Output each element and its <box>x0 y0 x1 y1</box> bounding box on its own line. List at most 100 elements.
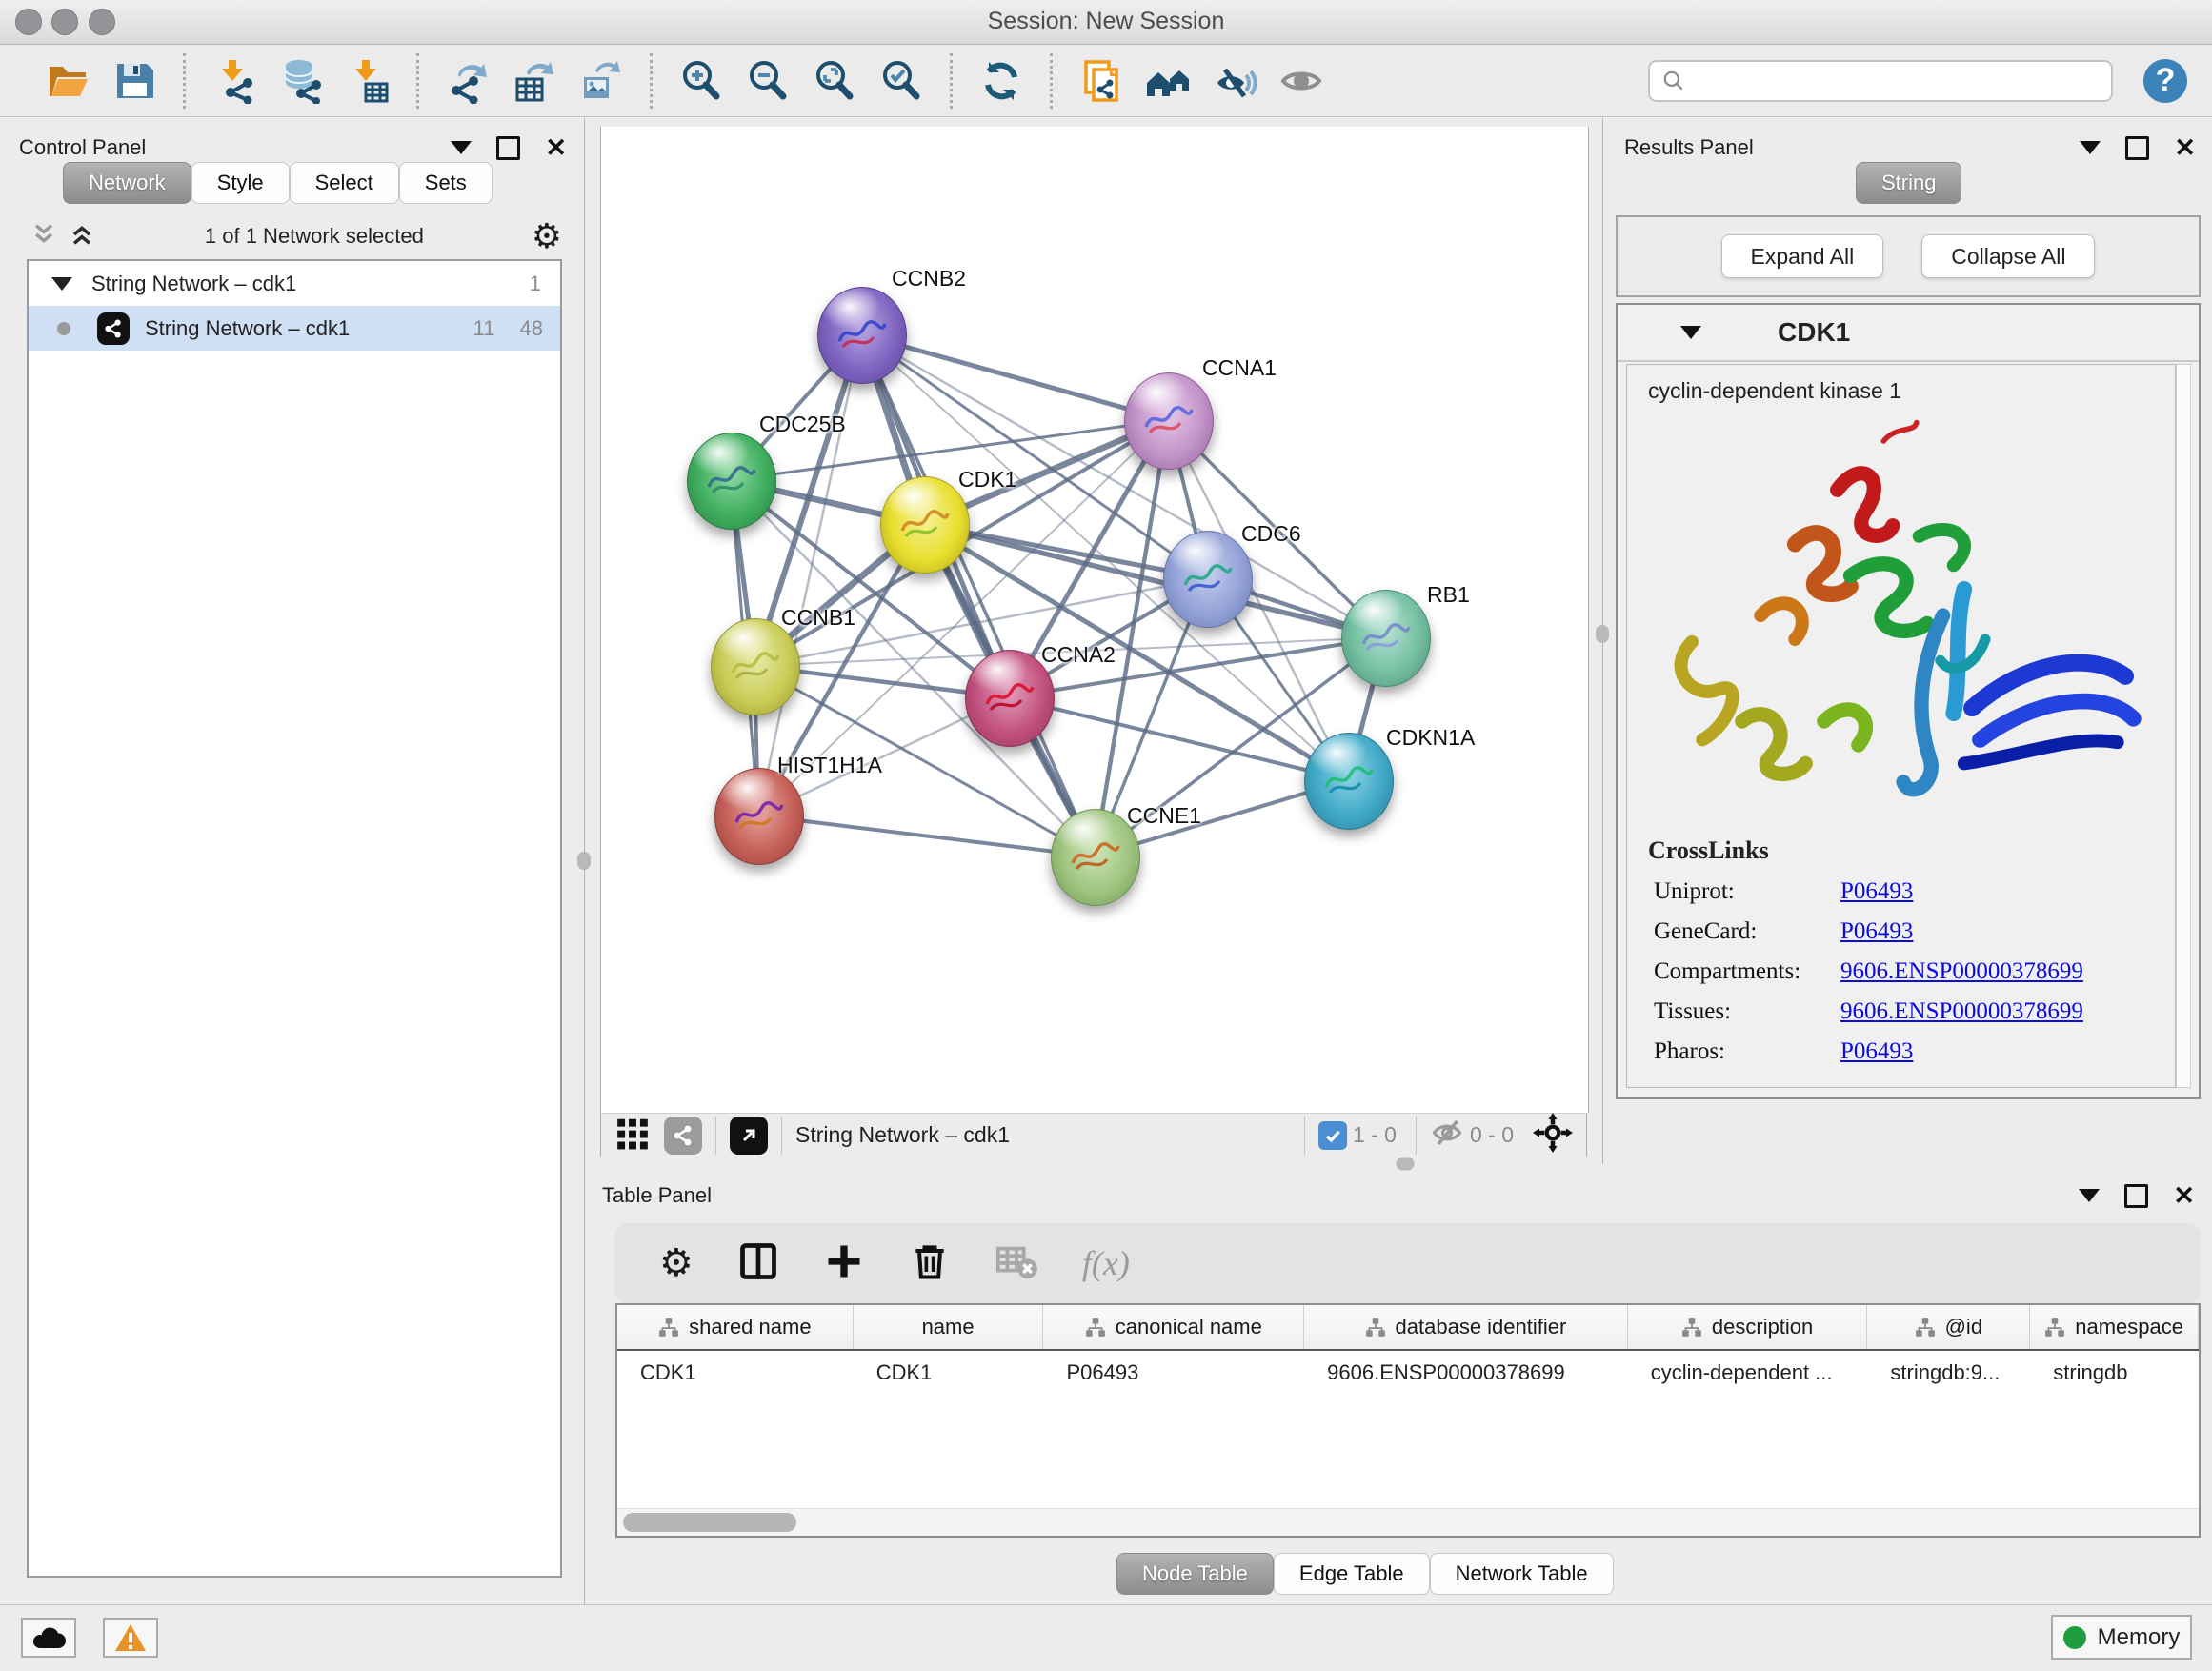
save-session-button[interactable] <box>109 54 160 108</box>
show-columns-icon[interactable] <box>737 1240 779 1287</box>
crosslink-link[interactable]: 9606.ENSP00000378699 <box>1840 958 2083 985</box>
string-network-badge-icon[interactable] <box>664 1117 702 1155</box>
add-column-icon[interactable] <box>823 1240 865 1287</box>
crosslink-link[interactable]: P06493 <box>1840 878 1913 905</box>
panel-menu-icon[interactable] <box>2079 1189 2100 1202</box>
panel-float-icon[interactable] <box>496 136 520 160</box>
toggle-graphics-details-button[interactable] <box>1209 54 1260 108</box>
refresh-view-button[interactable] <box>975 54 1027 108</box>
crosslink-link[interactable]: P06493 <box>1840 918 1913 945</box>
column-header-canonical-name[interactable]: canonical name <box>1043 1305 1304 1349</box>
cloud-status-button[interactable] <box>21 1618 76 1658</box>
column-header-name[interactable]: name <box>854 1305 1044 1349</box>
protein-section-header[interactable]: CDK1 <box>1618 305 2199 362</box>
scrollbar-thumb[interactable] <box>623 1513 796 1532</box>
zoom-out-button[interactable] <box>742 54 794 108</box>
network-node-CDC6[interactable] <box>1163 531 1253 628</box>
results-scrollbar[interactable] <box>2176 364 2191 1088</box>
results-panel-title: Results Panel <box>1624 135 1754 160</box>
zoom-fit-button[interactable] <box>809 54 860 108</box>
panel-menu-icon[interactable] <box>2080 141 2101 154</box>
open-session-button[interactable] <box>42 54 93 108</box>
panel-close-icon[interactable]: ✕ <box>545 138 567 157</box>
section-collapse-icon[interactable] <box>1680 326 1701 339</box>
tab-sets[interactable]: Sets <box>399 162 493 204</box>
zoom-selected-button[interactable] <box>875 54 927 108</box>
network-node-RB1[interactable] <box>1341 590 1431 687</box>
network-node-HIST1H1A[interactable] <box>714 768 804 865</box>
tab-node-table[interactable]: Node Table <box>1116 1553 1274 1595</box>
table-cell[interactable]: stringdb:9... <box>1867 1351 2030 1395</box>
table-options-gear-icon[interactable]: ⚙ <box>659 1246 694 1280</box>
left-splitter-handle[interactable] <box>577 852 591 870</box>
column-header-description[interactable]: description <box>1628 1305 1868 1349</box>
network-node-CCNB1[interactable] <box>711 618 800 715</box>
tab-network-table[interactable]: Network Table <box>1430 1553 1614 1595</box>
import-network-file-button[interactable] <box>209 54 260 108</box>
column-header--id[interactable]: @id <box>1867 1305 2030 1349</box>
show-hide-button[interactable] <box>1276 54 1327 108</box>
column-header-namespace[interactable]: namespace <box>2030 1305 2199 1349</box>
network-node-CCNB2[interactable] <box>817 287 907 384</box>
protein-ribbon-icon <box>1069 835 1122 876</box>
tab-network[interactable]: Network <box>63 162 191 204</box>
expand-all-icon[interactable] <box>67 219 97 254</box>
table-cell[interactable]: 9606.ENSP00000378699 <box>1304 1351 1628 1395</box>
right-splitter-handle[interactable] <box>1596 625 1609 643</box>
table-cell[interactable]: stringdb <box>2030 1351 2199 1395</box>
network-node-CDC25B[interactable] <box>687 433 776 530</box>
network-label: String Network – cdk1 <box>145 316 350 341</box>
help-button[interactable]: ? <box>2143 59 2187 103</box>
tab-string[interactable]: String <box>1856 162 1961 204</box>
memory-button[interactable]: Memory <box>2051 1615 2192 1660</box>
horizontal-splitter-handle[interactable] <box>1397 1158 1415 1171</box>
network-node-CDK1[interactable] <box>880 476 970 574</box>
crosslink-link[interactable]: P06493 <box>1840 1038 1913 1065</box>
table-cell[interactable]: cyclin-dependent ... <box>1628 1351 1868 1395</box>
search-input[interactable] <box>1686 68 2090 94</box>
show-all-networks-button[interactable] <box>1142 54 1194 108</box>
column-header-database-identifier[interactable]: database identifier <box>1304 1305 1628 1349</box>
grid-view-icon[interactable] <box>614 1115 651 1157</box>
tab-style[interactable]: Style <box>191 162 290 204</box>
table-cell[interactable]: P06493 <box>1043 1351 1304 1395</box>
network-row-selected[interactable]: String Network – cdk1 11 48 <box>29 306 560 351</box>
network-canvas[interactable]: CCNB2CCNA1CDC25BCDK1CDC6RB1CCNB1CCNA2CDK… <box>600 127 1589 1113</box>
collapse-all-icon[interactable] <box>29 219 59 254</box>
network-node-CDKN1A[interactable] <box>1304 733 1394 830</box>
panel-close-icon[interactable]: ✕ <box>2173 1186 2195 1205</box>
table-row[interactable]: CDK1CDK1P064939606.ENSP00000378699cyclin… <box>617 1351 2199 1395</box>
table-horizontal-scrollbar[interactable] <box>617 1508 2199 1536</box>
tab-select[interactable]: Select <box>290 162 399 204</box>
panel-close-icon[interactable]: ✕ <box>2174 138 2196 157</box>
current-network-title: String Network – cdk1 <box>795 1122 1010 1148</box>
selected-checkbox-icon[interactable] <box>1318 1121 1347 1150</box>
panel-float-icon[interactable] <box>2125 136 2149 160</box>
table-cell[interactable]: CDK1 <box>617 1351 854 1395</box>
table-cell[interactable]: CDK1 <box>854 1351 1044 1395</box>
panel-float-icon[interactable] <box>2124 1184 2148 1208</box>
network-options-gear-icon[interactable]: ⚙ <box>532 219 562 253</box>
copy-network-button[interactable] <box>1076 54 1127 108</box>
export-network-button[interactable] <box>442 54 493 108</box>
delete-column-trash-icon[interactable] <box>909 1240 951 1287</box>
warning-status-button[interactable] <box>103 1618 158 1658</box>
import-table-file-button[interactable] <box>342 54 393 108</box>
crosslink-link[interactable]: 9606.ENSP00000378699 <box>1840 998 2083 1025</box>
hidden-eye-slash-icon[interactable] <box>1430 1116 1464 1156</box>
open-in-window-icon[interactable] <box>730 1117 768 1155</box>
panel-menu-icon[interactable] <box>451 141 472 154</box>
column-header-shared-name[interactable]: shared name <box>617 1305 854 1349</box>
expand-all-button[interactable]: Expand All <box>1721 234 1884 278</box>
birdseye-crosshair-icon[interactable] <box>1533 1113 1573 1158</box>
search-field[interactable] <box>1648 60 2113 102</box>
export-image-button[interactable] <box>575 54 627 108</box>
import-network-database-button[interactable] <box>275 54 327 108</box>
collapse-all-button[interactable]: Collapse All <box>1921 234 2095 278</box>
export-table-button[interactable] <box>509 54 560 108</box>
network-node-CCNA1[interactable] <box>1124 372 1214 470</box>
tree-expand-icon[interactable] <box>51 277 72 291</box>
network-collection-row[interactable]: String Network – cdk1 1 <box>29 261 560 306</box>
zoom-in-button[interactable] <box>675 54 727 108</box>
tab-edge-table[interactable]: Edge Table <box>1274 1553 1430 1595</box>
